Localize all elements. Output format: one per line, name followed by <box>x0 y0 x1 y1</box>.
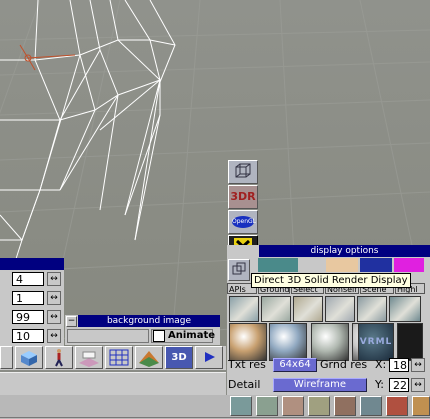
strip-divider <box>0 417 430 418</box>
animate-control[interactable]: Animate <box>151 329 216 343</box>
param-spin-1[interactable]: ↔ <box>47 272 61 286</box>
param-spin-2[interactable]: ↔ <box>47 291 61 305</box>
y-label: Y: <box>375 378 384 391</box>
grnd-res-y-input[interactable]: 22 <box>389 378 409 392</box>
detail-label: Detail <box>228 378 261 391</box>
play-icon[interactable] <box>195 346 223 369</box>
display-options-title: display options <box>259 245 430 257</box>
x-label: X: <box>375 358 387 371</box>
strip-icon-6[interactable] <box>360 396 382 416</box>
grid-icon[interactable] <box>105 346 133 369</box>
param-input-3[interactable]: 99 <box>12 310 44 324</box>
texture-thumb-row <box>227 296 430 323</box>
animate-label: Animate <box>168 330 216 341</box>
strip-icon-3[interactable] <box>282 396 304 416</box>
swatch-2[interactable] <box>326 258 358 272</box>
param-spin-3[interactable]: ↔ <box>47 310 61 324</box>
texture-thumb-5[interactable] <box>357 296 387 322</box>
minimize-button[interactable]: − <box>66 316 77 327</box>
texture-thumb-3[interactable] <box>293 296 323 322</box>
strip-icon-5[interactable] <box>334 396 356 416</box>
grnd-res-label: Grnd res <box>320 358 368 371</box>
wireframe-cube-small-icon[interactable] <box>228 259 250 281</box>
grnd-res-x-spin[interactable]: ↔ <box>411 358 425 372</box>
param-input-1[interactable]: 4 <box>12 272 44 286</box>
material-sphere-row: VRML <box>227 323 430 361</box>
toolbar-left-edge[interactable] <box>0 346 13 369</box>
param-input-4[interactable]: 10 <box>12 329 44 343</box>
left-panel-titlebar <box>0 258 64 270</box>
left-parameter-panel: 4 ↔ 1 ↔ 99 ↔ 10 ↔ <box>0 258 64 346</box>
txt-res-label: Txt res <box>228 358 266 371</box>
detail-button[interactable]: Wireframe <box>273 378 367 392</box>
texture-thumb-4[interactable] <box>325 296 355 322</box>
strip-icon-7[interactable] <box>386 396 408 416</box>
opengl-label: OpenGL <box>232 216 256 228</box>
status-bar <box>0 372 226 396</box>
material-sphere-3[interactable] <box>311 323 349 361</box>
strip-icon-1[interactable] <box>230 396 252 416</box>
wireframe-cube-icon[interactable] <box>228 160 258 184</box>
texture-thumb-6[interactable] <box>389 296 421 322</box>
landscape-icon[interactable] <box>135 346 163 369</box>
param-spin-4[interactable]: ↔ <box>47 329 61 343</box>
walking-man-icon[interactable] <box>45 346 73 369</box>
swatch-4[interactable] <box>394 258 424 272</box>
swatch-3[interactable] <box>360 258 392 272</box>
cube-icon[interactable] <box>15 346 43 369</box>
background-image-field[interactable] <box>67 329 149 343</box>
texture-thumb-1[interactable] <box>229 296 259 322</box>
animate-checkbox[interactable] <box>153 330 165 342</box>
3d-view-icon[interactable]: 3D <box>165 346 193 369</box>
strip-icon-2[interactable] <box>256 396 278 416</box>
background-image-title: background image <box>78 315 220 327</box>
material-sphere-1[interactable] <box>229 323 267 361</box>
strip-icon-4[interactable] <box>308 396 330 416</box>
display-options-panel: display options APIs Ground Select Nonse… <box>227 245 430 395</box>
grnd-res-y-spin[interactable]: ↔ <box>411 378 425 392</box>
bottom-icon-strip <box>228 396 430 416</box>
direct3d-tooltip: Direct 3D Solid Render Display <box>251 273 411 288</box>
bottom-toolbar: 3D <box>0 346 226 370</box>
3dr-logo-icon[interactable]: 3DR <box>228 185 258 209</box>
vrml-sphere[interactable]: VRML <box>358 323 394 361</box>
background-image-panel: − background image Animate <box>65 315 220 345</box>
dark-material-swatch[interactable] <box>397 323 423 361</box>
texture-thumb-2[interactable] <box>261 296 291 322</box>
color-swatch-row <box>228 258 430 272</box>
material-sphere-2[interactable] <box>269 323 307 361</box>
strip-icon-8[interactable] <box>412 396 430 416</box>
ground-plane-icon[interactable] <box>75 346 103 369</box>
grnd-res-x-input[interactable]: 18 <box>389 358 409 372</box>
vertical-toolbar: 3DR OpenGL <box>228 160 259 258</box>
param-input-2[interactable]: 1 <box>12 291 44 305</box>
txt-res-button[interactable]: 64x64 <box>273 358 317 372</box>
swatch-1[interactable] <box>258 258 298 272</box>
opengl-logo-icon[interactable]: OpenGL <box>228 210 258 234</box>
